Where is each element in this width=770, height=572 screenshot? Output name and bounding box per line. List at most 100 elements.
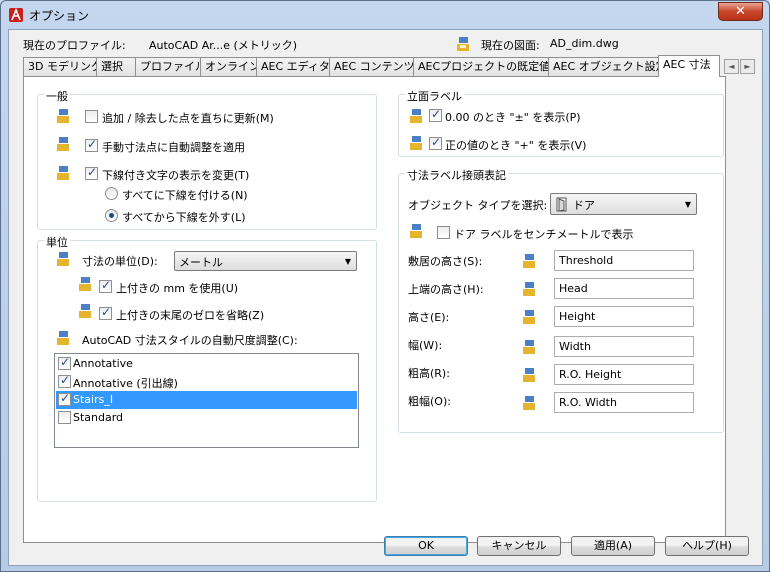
underline-change-checkbox[interactable] [85,165,98,180]
ro-width-value: R.O. Width [559,396,617,409]
style-annotative-checkbox[interactable] [58,355,71,370]
autoscale-label: AutoCAD 寸法スタイルの自動尺度調整(C): [82,334,298,347]
threshold-label: 敷居の高さ(S): [408,255,483,268]
head-field[interactable]: Head [554,278,694,299]
style-stairs-checkbox[interactable] [58,391,71,406]
dialog-client: 現在のプロファイル: AutoCAD Ar...e (メトリック) 現在の図面:… [8,29,763,566]
ro-height-field[interactable]: R.O. Height [554,364,694,385]
options-dialog: オプション ✕ 現在のプロファイル: AutoCAD Ar...e (メトリック… [0,0,770,572]
autocad-logo-icon [9,8,23,22]
drawing-default-icon [523,368,535,382]
list-item[interactable]: Standard [56,409,357,427]
ro-height-value: R.O. Height [559,368,622,381]
object-type-label: オブジェクト タイプを選択: [408,199,548,212]
chevron-down-icon: ▼ [684,200,691,209]
elevation-group-title: 立面ラベル [405,88,464,104]
style-label: Stairs_I [73,393,114,406]
dim-units-value: メートル [179,256,223,269]
tab-aec-project-defaults[interactable]: AECプロジェクトの既定値 [413,57,550,76]
suppress-trailing-zero-label: 上付きの末尾のゼロを省略(Z) [116,309,265,322]
tab-online[interactable]: オンライン [200,57,260,76]
drawing-default-icon [523,396,535,410]
tab-profile[interactable]: プロファイル [135,57,206,76]
underline-none-radio[interactable] [105,209,118,222]
list-item[interactable]: Annotative (引出線) [56,373,357,391]
tab-aec-dimension[interactable]: AEC 寸法 [658,55,720,77]
use-mm-superscript-checkbox[interactable] [99,278,112,293]
door-label-cm-label: ドア ラベルをセンチメートルで表示 [454,228,634,241]
object-type-value: ドア [573,199,595,212]
use-mm-superscript-label: 上付きの mm を使用(U) [116,282,239,295]
drawing-default-icon [57,137,69,151]
style-label: Annotative (引出線) [73,377,178,390]
auto-adjust-manual-label: 手動寸法点に自動調整を適用 [102,141,245,154]
style-standard-checkbox[interactable] [58,411,71,424]
drawing-default-icon [410,224,422,238]
show-plus-minus-zero-checkbox[interactable] [429,107,442,122]
drawing-default-icon [57,166,69,180]
drawing-default-icon [523,340,535,354]
tab-selection[interactable]: 選択 [96,57,136,76]
drawing-default-icon [57,109,69,123]
dim-prefix-group-title: 寸法ラベル接頭表記 [405,167,508,183]
close-button[interactable]: ✕ [718,2,763,21]
current-drawing-label: 現在の図面: [481,39,540,52]
width-field[interactable]: Width [554,336,694,357]
width-label: 幅(W): [408,339,443,352]
width-value: Width [559,340,591,353]
underline-all-radio[interactable] [105,187,118,200]
drawing-default-icon [523,254,535,268]
drawing-default-icon [523,282,535,296]
tab-3d-modeling[interactable]: 3D モデリング [23,57,102,76]
head-value: Head [559,282,588,295]
drawing-default-icon [410,109,422,123]
head-label: 上端の高さ(H): [408,283,484,296]
drawing-default-icon [79,277,91,291]
help-button[interactable]: ヘルプ(H) [665,536,749,556]
profile-label: 現在のプロファイル: [23,39,126,52]
threshold-field[interactable]: Threshold [554,250,694,271]
ro-height-label: 粗高(R): [408,367,450,380]
cancel-button[interactable]: キャンセル [477,536,561,556]
door-icon [556,197,567,212]
tab-scroll-right-button[interactable]: ► [740,59,755,74]
tab-aec-editor[interactable]: AEC エディタ [256,57,330,76]
aec-dimension-panel: 一般 追加 / 除去した点を直ちに更新(M) 手動寸法点に自動調整を適用 下線付… [23,76,726,543]
drawing-default-icon [79,304,91,318]
drawing-default-icon [523,310,535,324]
update-on-add-remove-label: 追加 / 除去した点を直ちに更新(M) [102,112,274,125]
drawing-default-icon [57,331,69,345]
list-item[interactable]: Stairs_I [56,391,357,409]
suppress-trailing-zero-checkbox[interactable] [99,305,112,320]
object-type-dropdown[interactable]: ドア ▼ [550,193,697,215]
height-field[interactable]: Height [554,306,694,327]
units-group-title: 単位 [44,234,70,250]
show-plus-positive-label: 正の値のとき "+" を表示(V) [445,139,587,152]
style-annotative-leader-checkbox[interactable] [58,373,71,388]
title-bar[interactable]: オプション ✕ [1,1,769,29]
door-label-cm-checkbox[interactable] [437,226,450,239]
auto-adjust-manual-checkbox[interactable] [85,137,98,152]
underline-none-label: すべてから下線を外す(L) [122,211,246,224]
dim-units-dropdown[interactable]: メートル ▼ [174,251,357,271]
window-title: オプション [29,9,90,23]
drawing-icon [457,37,469,51]
underline-all-label: すべてに下線を付ける(N) [122,189,248,202]
chevron-down-icon: ▼ [344,257,351,266]
ok-button[interactable]: OK [384,536,468,556]
list-item[interactable]: Annotative [56,355,357,373]
apply-button[interactable]: 適用(A) [571,536,655,556]
update-on-add-remove-checkbox[interactable] [85,110,98,123]
profile-value: AutoCAD Ar...e (メトリック) [149,39,298,52]
dim-units-label: 寸法の単位(D): [82,255,158,268]
show-plus-positive-checkbox[interactable] [429,135,442,150]
ro-width-field[interactable]: R.O. Width [554,392,694,413]
height-label: 高さ(E): [408,311,450,324]
height-value: Height [559,310,596,323]
tab-aec-object-settings[interactable]: AEC オブジェクト設定 [548,57,667,76]
show-plus-minus-zero-label: 0.00 のとき "±" を表示(P) [445,111,581,124]
dim-styles-list[interactable]: Annotative Annotative (引出線) Stairs_I Sta… [54,353,359,448]
tab-scroll-left-button[interactable]: ◄ [724,59,739,74]
tab-aec-content[interactable]: AEC コンテンツ [329,57,415,76]
drawing-default-icon [410,136,422,150]
